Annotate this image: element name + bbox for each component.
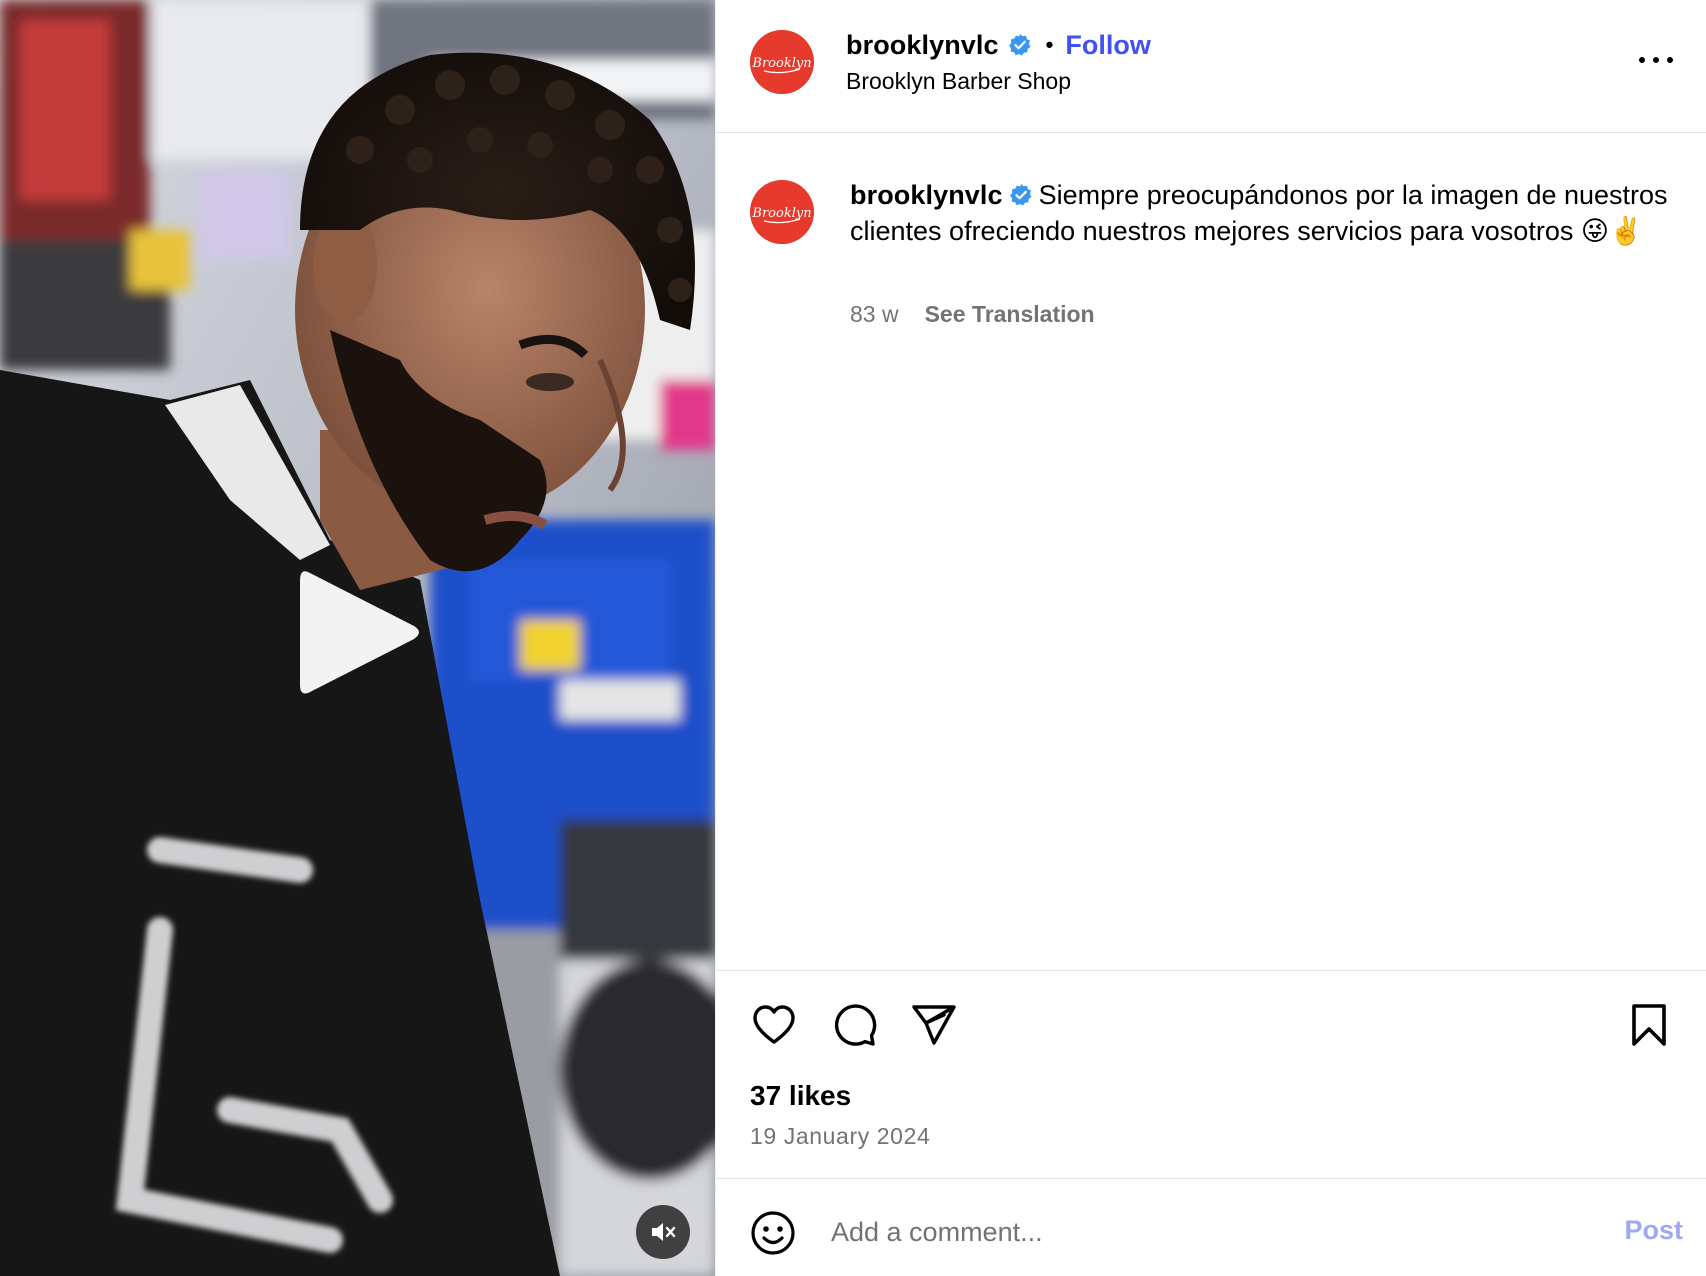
- comment-input[interactable]: [831, 1209, 1531, 1255]
- heart-icon: [753, 1005, 795, 1044]
- share-icon: [912, 1005, 956, 1045]
- video-player[interactable]: [0, 0, 715, 1276]
- caption-text: brooklynvlc Siempre preocupándonos por l…: [850, 177, 1670, 249]
- emoji-picker-button[interactable]: [749, 1209, 797, 1257]
- play-button[interactable]: [296, 565, 426, 700]
- post-header: Brooklyn brooklynvlc • Follow Brooklyn B…: [716, 0, 1706, 133]
- brand-logo: Brooklyn: [750, 30, 814, 94]
- more-dot-icon: [1653, 57, 1659, 63]
- verified-badge-icon: [1008, 34, 1031, 56]
- separator-dot: •: [1045, 32, 1054, 57]
- likes-count[interactable]: 37 likes: [750, 1080, 851, 1112]
- header-user-row: brooklynvlc • Follow: [846, 26, 1151, 64]
- share-button[interactable]: [910, 1001, 958, 1049]
- profile-avatar[interactable]: Brooklyn: [750, 30, 814, 94]
- username-link[interactable]: brooklynvlc: [846, 30, 999, 61]
- post-comment-button[interactable]: Post: [1624, 1215, 1683, 1246]
- mute-button[interactable]: [636, 1205, 690, 1259]
- post-date: 19 January 2024: [750, 1123, 931, 1149]
- action-bar: [716, 970, 1706, 1080]
- svg-text:Brooklyn: Brooklyn: [751, 206, 811, 221]
- brand-logo: Brooklyn: [750, 180, 814, 244]
- post-view: Brooklyn brooklynvlc • Follow Brooklyn B…: [0, 0, 1706, 1276]
- caption-username-link[interactable]: brooklynvlc: [850, 180, 1003, 210]
- post-details-panel: Brooklyn brooklynvlc • Follow Brooklyn B…: [715, 0, 1706, 1276]
- caption-meta: 83 w See Translation: [850, 301, 1095, 328]
- more-dot-icon: [1667, 57, 1673, 63]
- verified-badge-icon: [1009, 184, 1032, 206]
- comment-button[interactable]: [830, 1001, 878, 1049]
- see-translation-button[interactable]: See Translation: [925, 301, 1095, 328]
- comment-icon: [834, 1004, 877, 1046]
- post-age[interactable]: 83 w: [850, 301, 899, 328]
- svg-text:Brooklyn: Brooklyn: [751, 56, 811, 71]
- follow-button[interactable]: Follow: [1065, 30, 1150, 61]
- more-options-button[interactable]: [1639, 48, 1673, 72]
- smiley-icon: [751, 1211, 795, 1255]
- comment-composer: Post: [716, 1178, 1706, 1276]
- more-dot-icon: [1639, 57, 1645, 63]
- caption-avatar[interactable]: Brooklyn: [750, 180, 814, 244]
- like-button[interactable]: [750, 1001, 798, 1049]
- save-button[interactable]: [1625, 1001, 1673, 1049]
- play-icon: [300, 571, 419, 694]
- bookmark-icon: [1632, 1004, 1666, 1046]
- speaker-muted-icon: [652, 1223, 676, 1241]
- location-link[interactable]: Brooklyn Barber Shop: [846, 68, 1071, 95]
